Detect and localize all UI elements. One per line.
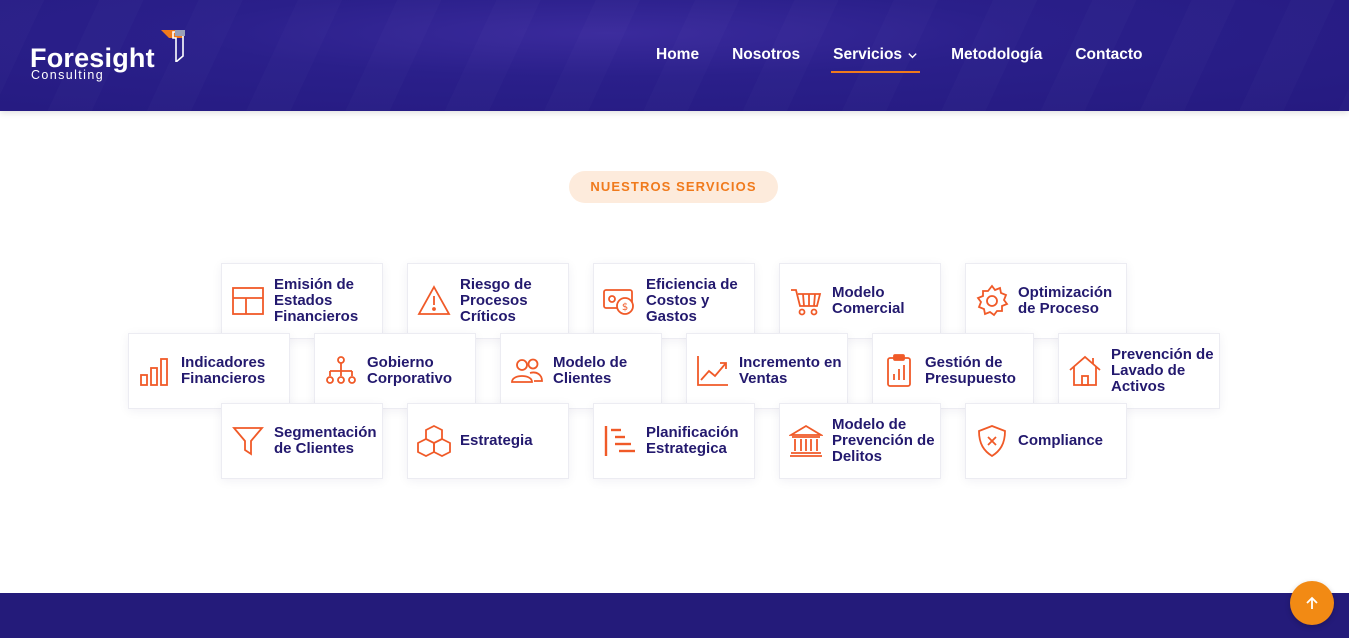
nav-home[interactable]: Home: [656, 44, 699, 66]
bank-icon: [789, 424, 823, 457]
site-header: Foresight Consulting Home Nosotros Servi…: [0, 0, 1349, 111]
nav-servicios[interactable]: Servicios: [831, 44, 920, 73]
service-label: Planificación Estrategica: [646, 424, 739, 457]
main-nav: Home Nosotros Servicios Metodología Cont…: [656, 44, 1176, 73]
service-card-gobierno[interactable]: Gobierno Corporativo: [314, 333, 476, 409]
nav-nosotros[interactable]: Nosotros: [732, 44, 800, 66]
nav-nosotros-label: Nosotros: [732, 46, 801, 63]
service-label: Gobierno Corporativo: [367, 354, 453, 387]
service-card-indicadores[interactable]: Indicadores Financieros: [128, 333, 290, 409]
service-label: Segmentación de Clientes: [274, 424, 377, 457]
gantt-icon: [604, 426, 635, 456]
service-label: Eficiencia de Costos y Gastos: [646, 276, 738, 325]
nav-contacto[interactable]: Contacto: [1075, 44, 1142, 66]
service-label: Incremento en Ventas: [739, 354, 842, 387]
cubes-icon: [417, 424, 451, 458]
nav-metodologia[interactable]: Metodología: [951, 44, 1042, 66]
service-label: Riesgo de Procesos Críticos: [460, 276, 532, 325]
shield-x-icon: [978, 425, 1006, 458]
nav-contacto-label: Contacto: [1075, 46, 1143, 63]
service-label: Compliance: [1018, 432, 1104, 449]
service-card-modelo-clientes[interactable]: Modelo de Clientes: [500, 333, 662, 409]
service-label: Prevención de Lavado de Activos: [1111, 346, 1214, 395]
nav-home-label: Home: [656, 46, 700, 63]
nav-servicios-label: Servicios: [833, 46, 903, 63]
service-card-prevencion-lavado[interactable]: Prevención de Lavado de Activos: [1058, 333, 1220, 409]
service-label: Modelo de Clientes: [553, 354, 628, 387]
arrow-up-icon: [1306, 596, 1318, 609]
section-badge: NUESTROS SERVICIOS: [569, 171, 778, 203]
service-label: Modelo Comercial: [832, 284, 905, 317]
chevron-down-icon: [908, 52, 917, 58]
service-label: Gestión de Presupuesto: [925, 354, 1016, 387]
warning-icon: [417, 285, 451, 315]
service-card-estrategia[interactable]: Estrategia: [407, 403, 569, 479]
home-icon: [1069, 355, 1101, 386]
funnel-icon: [232, 427, 264, 456]
shopping-cart-icon: [791, 289, 822, 316]
service-card-estados-financieros[interactable]: Emisión de Estados Financieros: [221, 263, 383, 339]
service-card-segmentacion[interactable]: Segmentación de Clientes: [221, 403, 383, 479]
service-card-modelo-comercial[interactable]: Modelo Comercial: [779, 263, 941, 339]
brand-tagline: Consulting: [31, 68, 105, 82]
service-label: Indicadores Financieros: [181, 354, 266, 387]
service-label: Modelo de Prevención de Delitos: [832, 416, 935, 465]
clipboard-chart-icon: [887, 354, 911, 387]
brand-logo[interactable]: Foresight Consulting: [30, 30, 190, 86]
service-label: Estrategia: [460, 432, 533, 449]
service-card-prevencion-delitos[interactable]: Modelo de Prevención de Delitos: [779, 403, 941, 479]
svg-text:$: $: [622, 302, 628, 313]
service-card-eficiencia-costos[interactable]: $ Eficiencia de Costos y Gastos: [593, 263, 755, 339]
bar-chart-icon: [140, 358, 168, 386]
service-card-planificacion[interactable]: Planificación Estrategica: [593, 403, 755, 479]
users-icon: [511, 358, 543, 383]
table-layout-icon: [232, 287, 264, 315]
trend-up-icon: [697, 356, 728, 386]
footer-band: [0, 593, 1349, 638]
service-card-incremento-ventas[interactable]: Incremento en Ventas: [686, 333, 848, 409]
money-icon: $: [603, 289, 634, 315]
org-chart-icon: [326, 356, 356, 384]
service-card-gestion-presupuesto[interactable]: Gestión de Presupuesto: [872, 333, 1034, 409]
nav-metodologia-label: Metodología: [951, 46, 1043, 63]
service-card-compliance[interactable]: Compliance: [965, 403, 1127, 479]
scroll-to-top-button[interactable]: [1290, 581, 1334, 625]
gear-icon: [976, 284, 1009, 317]
service-label: Optimización de Proceso: [1018, 284, 1113, 317]
service-card-optimizacion[interactable]: Optimización de Proceso: [965, 263, 1127, 339]
service-label: Emisión de Estados Financieros: [274, 276, 359, 325]
service-card-riesgo-procesos[interactable]: Riesgo de Procesos Críticos: [407, 263, 569, 339]
